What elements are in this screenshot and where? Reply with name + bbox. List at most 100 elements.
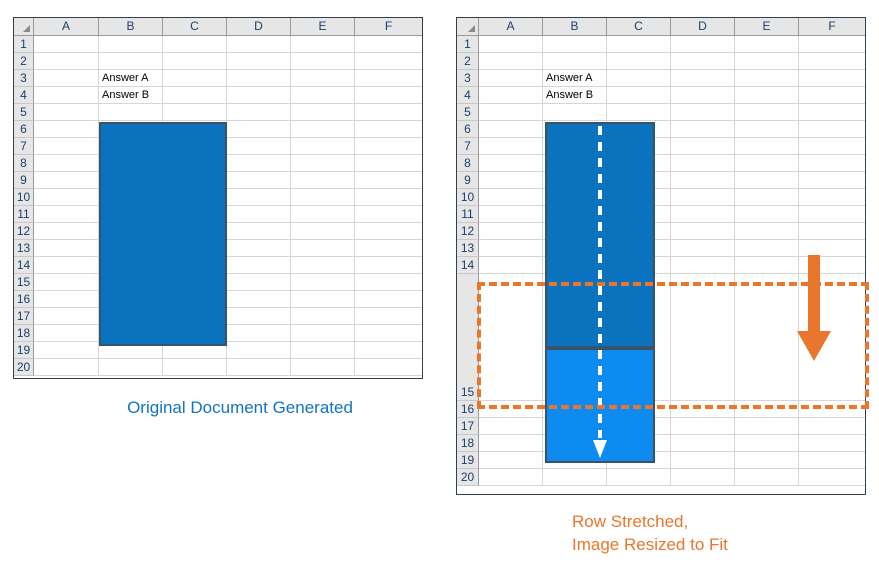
select-all-corner-button[interactable]	[457, 18, 479, 35]
cell-F14[interactable]	[355, 257, 422, 274]
row-header-3[interactable]: 3	[457, 70, 479, 87]
column-header-e[interactable]: E	[735, 18, 799, 35]
cell-F13[interactable]	[355, 240, 422, 257]
cell-E7[interactable]	[735, 138, 799, 155]
cell-E10[interactable]	[291, 189, 355, 206]
cell-C5[interactable]	[607, 104, 671, 121]
cell-B2[interactable]	[99, 53, 163, 70]
row-header-14[interactable]: 14	[14, 257, 34, 274]
row-header-15[interactable]: 15	[457, 274, 479, 401]
cell-A4[interactable]	[479, 87, 543, 104]
cell-D18[interactable]	[227, 325, 291, 342]
cell-D14[interactable]	[227, 257, 291, 274]
cell-E19[interactable]	[291, 342, 355, 359]
cell-D17[interactable]	[227, 308, 291, 325]
cell-A10[interactable]	[34, 189, 99, 206]
cell-F5[interactable]	[799, 104, 865, 121]
cell-D6[interactable]	[227, 121, 291, 138]
cell-D5[interactable]	[671, 104, 735, 121]
cell-A8[interactable]	[479, 155, 543, 172]
cell-E4[interactable]	[735, 87, 799, 104]
cell-A13[interactable]	[34, 240, 99, 257]
cell-D1[interactable]	[671, 36, 735, 53]
cell-E11[interactable]	[735, 206, 799, 223]
row-header-20[interactable]: 20	[14, 359, 34, 376]
cell-D8[interactable]	[227, 155, 291, 172]
cell-B4[interactable]: Answer B	[543, 87, 607, 104]
cell-D2[interactable]	[227, 53, 291, 70]
cell-A2[interactable]	[479, 53, 543, 70]
cell-C5[interactable]	[163, 104, 227, 121]
row-header-10[interactable]: 10	[14, 189, 34, 206]
cell-D1[interactable]	[227, 36, 291, 53]
cell-A3[interactable]	[34, 70, 99, 87]
cell-A5[interactable]	[479, 104, 543, 121]
cell-F4[interactable]	[355, 87, 422, 104]
cell-C20[interactable]	[163, 359, 227, 376]
cell-A9[interactable]	[479, 172, 543, 189]
row-header-18[interactable]: 18	[457, 435, 479, 452]
cell-A11[interactable]	[479, 206, 543, 223]
cell-F1[interactable]	[355, 36, 422, 53]
cell-E7[interactable]	[291, 138, 355, 155]
cell-A20[interactable]	[34, 359, 99, 376]
cell-A2[interactable]	[34, 53, 99, 70]
row-header-13[interactable]: 13	[457, 240, 479, 257]
cell-E20[interactable]	[291, 359, 355, 376]
row-header-16[interactable]: 16	[14, 291, 34, 308]
cell-F2[interactable]	[799, 53, 865, 70]
cell-C3[interactable]	[607, 70, 671, 87]
cell-D6[interactable]	[671, 121, 735, 138]
cell-A1[interactable]	[479, 36, 543, 53]
cell-F7[interactable]	[355, 138, 422, 155]
cell-D17[interactable]	[671, 418, 735, 435]
cell-D20[interactable]	[227, 359, 291, 376]
cell-A17[interactable]	[479, 418, 543, 435]
cell-F3[interactable]	[799, 70, 865, 87]
column-header-a[interactable]: A	[479, 18, 543, 35]
row-header-20[interactable]: 20	[457, 469, 479, 486]
cell-F17[interactable]	[355, 308, 422, 325]
cell-B20[interactable]	[99, 359, 163, 376]
cell-D19[interactable]	[671, 452, 735, 469]
cell-C3[interactable]	[163, 70, 227, 87]
cell-A1[interactable]	[34, 36, 99, 53]
row-header-5[interactable]: 5	[457, 104, 479, 121]
cell-B1[interactable]	[99, 36, 163, 53]
cell-C1[interactable]	[607, 36, 671, 53]
column-header-d[interactable]: D	[227, 18, 291, 35]
cell-F2[interactable]	[355, 53, 422, 70]
cell-A15[interactable]	[34, 274, 99, 291]
cell-E17[interactable]	[735, 418, 799, 435]
row-header-16[interactable]: 16	[457, 401, 479, 418]
row-header-1[interactable]: 1	[457, 36, 479, 53]
row-header-9[interactable]: 9	[457, 172, 479, 189]
cell-D7[interactable]	[227, 138, 291, 155]
row-header-9[interactable]: 9	[14, 172, 34, 189]
cell-A5[interactable]	[34, 104, 99, 121]
cell-F4[interactable]	[799, 87, 865, 104]
cell-A12[interactable]	[34, 223, 99, 240]
cell-B2[interactable]	[543, 53, 607, 70]
cell-F10[interactable]	[355, 189, 422, 206]
cell-E19[interactable]	[735, 452, 799, 469]
cell-F17[interactable]	[799, 418, 865, 435]
cell-A14[interactable]	[479, 257, 543, 274]
cell-D8[interactable]	[671, 155, 735, 172]
cell-A8[interactable]	[34, 155, 99, 172]
cell-F7[interactable]	[799, 138, 865, 155]
cell-D11[interactable]	[227, 206, 291, 223]
row-header-11[interactable]: 11	[14, 206, 34, 223]
cell-A14[interactable]	[34, 257, 99, 274]
cell-E13[interactable]	[291, 240, 355, 257]
cell-D10[interactable]	[671, 189, 735, 206]
cell-F19[interactable]	[799, 452, 865, 469]
cell-F10[interactable]	[799, 189, 865, 206]
cell-B4[interactable]: Answer B	[99, 87, 163, 104]
cell-A9[interactable]	[34, 172, 99, 189]
cell-F8[interactable]	[799, 155, 865, 172]
cell-A13[interactable]	[479, 240, 543, 257]
cell-E3[interactable]	[735, 70, 799, 87]
column-header-e[interactable]: E	[291, 18, 355, 35]
cell-E12[interactable]	[291, 223, 355, 240]
